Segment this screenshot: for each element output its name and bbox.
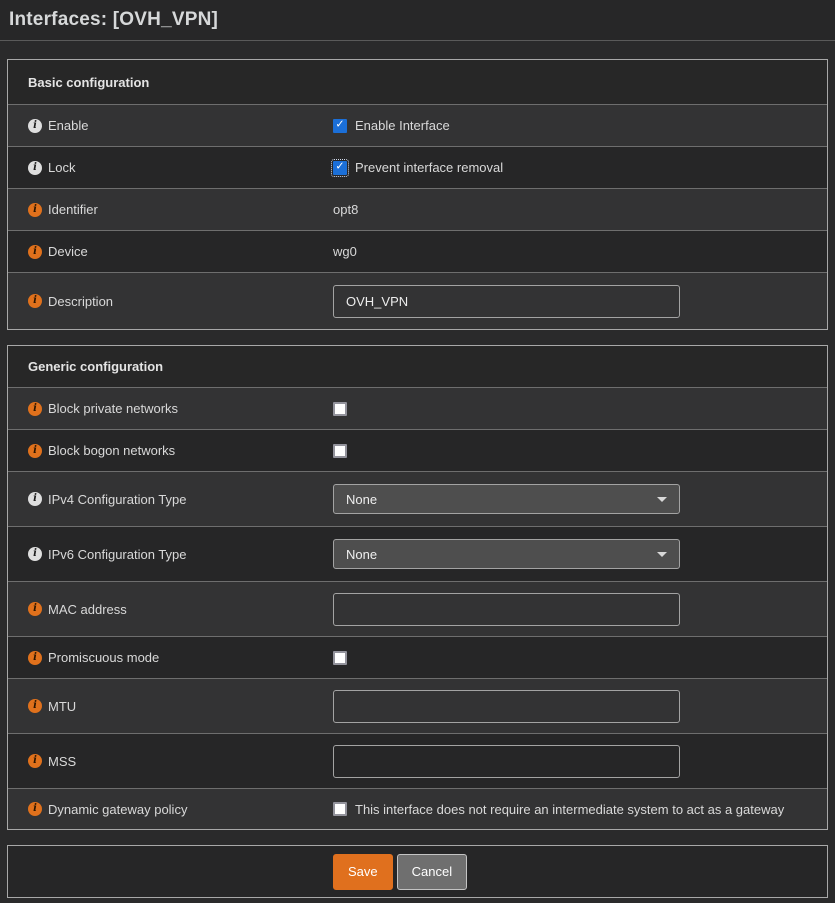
basic-configuration-heading: Basic configuration <box>8 60 827 104</box>
info-icon[interactable]: i <box>28 651 42 665</box>
info-icon[interactable]: i <box>28 294 42 308</box>
form-row-ipv4-type: i IPv4 Configuration Type None <box>8 471 827 526</box>
info-icon[interactable]: i <box>28 402 42 416</box>
checkbox-label: This interface does not require an inter… <box>355 802 784 817</box>
mtu-input[interactable] <box>333 690 680 723</box>
description-input[interactable] <box>333 285 680 318</box>
form-row-ipv6-type: i IPv6 Configuration Type None <box>8 526 827 581</box>
field-label: Identifier <box>48 202 98 217</box>
field-label: Lock <box>48 160 75 175</box>
info-icon[interactable]: i <box>28 245 42 259</box>
form-row-dynamic-gateway: i Dynamic gateway policy This interface … <box>8 788 827 829</box>
info-icon[interactable]: i <box>28 802 42 816</box>
field-label: Dynamic gateway policy <box>48 802 187 817</box>
enable-checkbox[interactable]: ✓ <box>333 119 347 133</box>
block-bogon-checkbox[interactable] <box>333 444 347 458</box>
section-title: Basic configuration <box>28 75 149 90</box>
device-value: wg0 <box>333 244 357 259</box>
info-icon[interactable]: i <box>28 203 42 217</box>
generic-configuration-heading: Generic configuration <box>8 346 827 387</box>
form-row-mac-address: i MAC address <box>8 581 827 636</box>
info-icon[interactable]: i <box>28 492 42 506</box>
form-row-block-private: i Block private networks <box>8 387 827 429</box>
field-label: Block bogon networks <box>48 443 175 458</box>
field-label: MAC address <box>48 602 127 617</box>
field-label: IPv4 Configuration Type <box>48 492 187 507</box>
cancel-button[interactable]: Cancel <box>397 854 467 890</box>
form-row-block-bogon: i Block bogon networks <box>8 429 827 471</box>
field-label: Block private networks <box>48 401 178 416</box>
checkbox-label: Enable Interface <box>355 118 450 133</box>
form-row-lock: i Lock ✓ Prevent interface removal <box>8 146 827 188</box>
save-button[interactable]: Save <box>333 854 393 890</box>
ipv4-type-select[interactable]: None <box>333 484 680 514</box>
form-row-mtu: i MTU <box>8 678 827 733</box>
check-icon: ✓ <box>335 162 344 173</box>
checkbox-label: Prevent interface removal <box>355 160 503 175</box>
chevron-down-icon <box>657 552 667 557</box>
field-label: Enable <box>48 118 88 133</box>
form-row-promiscuous: i Promiscuous mode <box>8 636 827 678</box>
select-value: None <box>346 547 377 562</box>
mss-input[interactable] <box>333 745 680 778</box>
field-label: Device <box>48 244 88 259</box>
info-icon[interactable]: i <box>28 161 42 175</box>
info-icon[interactable]: i <box>28 602 42 616</box>
form-row-mss: i MSS <box>8 733 827 788</box>
field-label: MTU <box>48 699 76 714</box>
field-label: IPv6 Configuration Type <box>48 547 187 562</box>
ipv6-type-select[interactable]: None <box>333 539 680 569</box>
block-private-checkbox[interactable] <box>333 402 347 416</box>
page-title: Interfaces: [OVH_VPN] <box>9 9 218 31</box>
check-icon: ✓ <box>335 120 344 131</box>
generic-configuration-panel: Generic configuration i Block private ne… <box>7 345 828 830</box>
select-value: None <box>346 492 377 507</box>
basic-configuration-panel: Basic configuration i Enable ✓ Enable In… <box>7 59 828 330</box>
lock-checkbox[interactable]: ✓ <box>333 161 347 175</box>
form-row-device: i Device wg0 <box>8 230 827 272</box>
chevron-down-icon <box>657 497 667 502</box>
info-icon[interactable]: i <box>28 699 42 713</box>
field-label: MSS <box>48 754 76 769</box>
form-row-description: i Description <box>8 272 827 329</box>
field-label: Description <box>48 294 113 309</box>
form-row-enable: i Enable ✓ Enable Interface <box>8 104 827 146</box>
section-title: Generic configuration <box>28 359 163 374</box>
field-label: Promiscuous mode <box>48 650 159 665</box>
form-row-identifier: i Identifier opt8 <box>8 188 827 230</box>
info-icon[interactable]: i <box>28 754 42 768</box>
page-header: Interfaces: [OVH_VPN] <box>0 0 835 41</box>
info-icon[interactable]: i <box>28 547 42 561</box>
promiscuous-checkbox[interactable] <box>333 651 347 665</box>
identifier-value: opt8 <box>333 202 358 217</box>
info-icon[interactable]: i <box>28 444 42 458</box>
mac-address-input[interactable] <box>333 593 680 626</box>
actions-panel: Save Cancel <box>7 845 828 898</box>
dynamic-gateway-checkbox[interactable] <box>333 802 347 816</box>
info-icon[interactable]: i <box>28 119 42 133</box>
